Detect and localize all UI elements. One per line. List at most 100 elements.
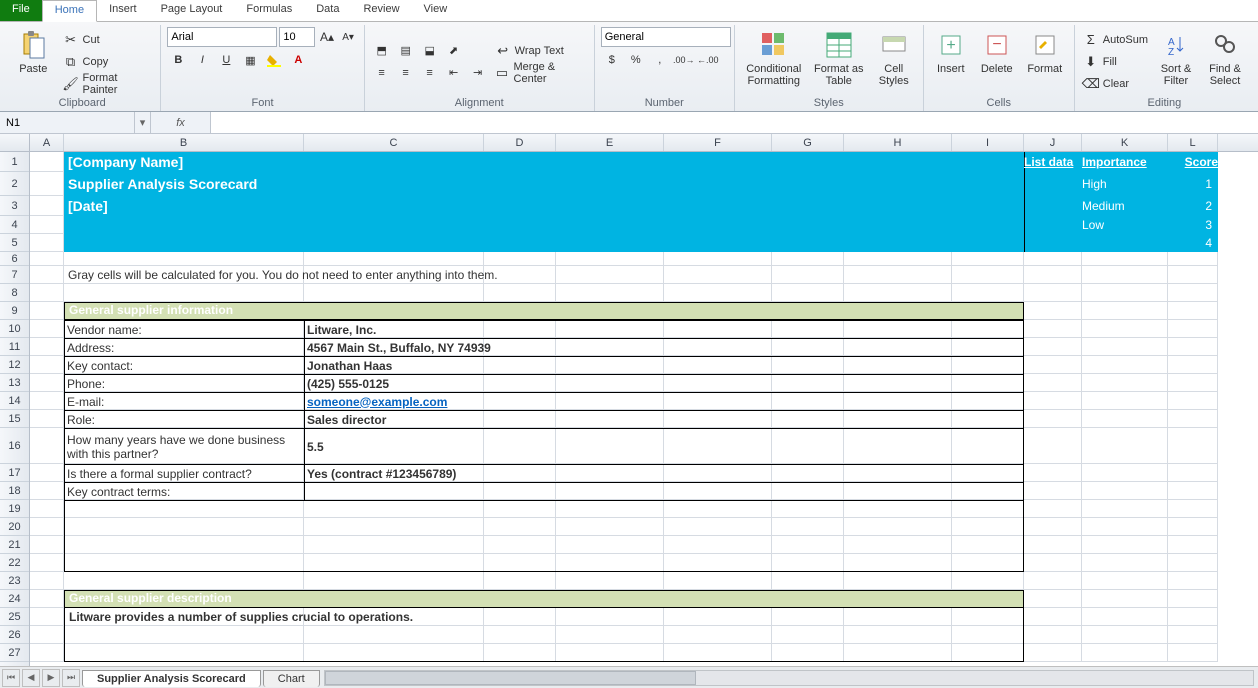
sheet-tab-scorecard[interactable]: Supplier Analysis Scorecard	[82, 670, 261, 687]
grow-font-button[interactable]: A▴	[317, 27, 336, 47]
comma-button[interactable]: ,	[649, 50, 671, 70]
info-value[interactable]	[305, 483, 1023, 500]
row-header-26[interactable]: 26	[0, 626, 29, 644]
number-format-combo[interactable]	[601, 27, 731, 47]
decrease-indent-button[interactable]: ⇤	[443, 63, 465, 83]
decrease-decimal-button[interactable]: ←.00	[697, 50, 719, 70]
align-center-button[interactable]: ≡	[395, 63, 417, 83]
cell-styles-button[interactable]: Cell Styles	[871, 27, 917, 96]
align-bottom-button[interactable]: ⬓	[419, 41, 441, 61]
font-size-combo[interactable]	[279, 27, 315, 47]
underline-button[interactable]: U	[215, 50, 237, 70]
supplier-desc-box[interactable]: Litware provides a number of supplies cr…	[64, 608, 1024, 662]
row-header-14[interactable]: 14	[0, 392, 29, 410]
col-header-J[interactable]: J	[1024, 134, 1082, 151]
col-header-H[interactable]: H	[844, 134, 952, 151]
merge-center-button[interactable]: ▭Merge & Center	[493, 63, 588, 83]
key-contract-terms-area[interactable]	[65, 501, 1023, 571]
font-color-button[interactable]: A	[287, 50, 309, 70]
tab-review[interactable]: Review	[351, 0, 411, 21]
bold-button[interactable]: B	[167, 50, 189, 70]
col-header-C[interactable]: C	[304, 134, 484, 151]
row-header-19[interactable]: 19	[0, 500, 29, 518]
row-header-22[interactable]: 22	[0, 554, 29, 572]
row-header-24[interactable]: 24	[0, 590, 29, 608]
col-header-G[interactable]: G	[772, 134, 844, 151]
row-header-9[interactable]: 9	[0, 302, 29, 320]
row-header-21[interactable]: 21	[0, 536, 29, 554]
email-link[interactable]: someone@example.com	[307, 395, 447, 409]
row-header-25[interactable]: 25	[0, 608, 29, 626]
name-box-input[interactable]	[0, 112, 134, 133]
tab-page-layout[interactable]: Page Layout	[149, 0, 235, 21]
select-all-corner[interactable]	[0, 134, 30, 151]
find-select-button[interactable]: Find & Select	[1202, 27, 1248, 96]
tab-nav-last[interactable]: ⏭	[62, 669, 80, 687]
info-value[interactable]: Sales director	[305, 411, 1023, 428]
align-top-button[interactable]: ⬒	[371, 41, 393, 61]
format-cells-button[interactable]: Format	[1022, 27, 1068, 96]
fill-color-button[interactable]	[263, 50, 285, 70]
row-header-18[interactable]: 18	[0, 482, 29, 500]
row-header-7[interactable]: 7	[0, 266, 29, 284]
row-header-23[interactable]: 23	[0, 572, 29, 590]
tab-formulas[interactable]: Formulas	[234, 0, 304, 21]
tab-file[interactable]: File	[0, 0, 42, 21]
row-header-17[interactable]: 17	[0, 464, 29, 482]
info-value[interactable]: Litware, Inc.	[305, 321, 1023, 338]
tab-insert[interactable]: Insert	[97, 0, 149, 21]
row-header-10[interactable]: 10	[0, 320, 29, 338]
percent-button[interactable]: %	[625, 50, 647, 70]
cut-button[interactable]: ✂Cut	[61, 30, 155, 50]
orientation-button[interactable]: ⬈	[443, 41, 465, 61]
row-header-27[interactable]: 27	[0, 644, 29, 662]
increase-indent-button[interactable]: ⇥	[467, 63, 489, 83]
name-box-dropdown[interactable]: ▾	[135, 112, 151, 133]
row-header-6[interactable]: 6	[0, 252, 29, 266]
row-header-12[interactable]: 12	[0, 356, 29, 374]
align-middle-button[interactable]: ▤	[395, 41, 417, 61]
tab-home[interactable]: Home	[42, 0, 97, 22]
tab-nav-first[interactable]: ⏮	[2, 669, 20, 687]
horizontal-scrollbar[interactable]	[324, 670, 1254, 686]
row-header-8[interactable]: 8	[0, 284, 29, 302]
info-value[interactable]: 5.5	[305, 429, 1023, 464]
row-header-2[interactable]: 2	[0, 172, 29, 196]
info-value[interactable]: someone@example.com	[305, 393, 1023, 410]
name-box[interactable]	[0, 112, 135, 133]
border-button[interactable]: ▦	[239, 50, 261, 70]
currency-button[interactable]: $	[601, 50, 623, 70]
col-header-L[interactable]: L	[1168, 134, 1218, 151]
align-left-button[interactable]: ≡	[371, 63, 393, 83]
tab-data[interactable]: Data	[304, 0, 351, 21]
row-header-16[interactable]: 16	[0, 428, 29, 464]
align-right-button[interactable]: ≡	[419, 63, 441, 83]
tab-view[interactable]: View	[412, 0, 460, 21]
row-header-5[interactable]: 5	[0, 234, 29, 252]
row-header-20[interactable]: 20	[0, 518, 29, 536]
cell-grid[interactable]: [Company Name]Supplier Analysis Scorecar…	[30, 152, 1258, 666]
conditional-formatting-button[interactable]: Conditional Formatting	[741, 27, 807, 96]
fx-label[interactable]: fx	[151, 112, 211, 133]
row-header-13[interactable]: 13	[0, 374, 29, 392]
info-value[interactable]: (425) 555-0125	[305, 375, 1023, 392]
row-header-3[interactable]: 3	[0, 196, 29, 216]
col-header-D[interactable]: D	[484, 134, 556, 151]
info-value[interactable]: 4567 Main St., Buffalo, NY 74939	[305, 339, 1023, 356]
col-header-A[interactable]: A	[30, 134, 64, 151]
font-name-combo[interactable]	[167, 27, 277, 47]
shrink-font-button[interactable]: A▾	[339, 27, 358, 47]
fill-button[interactable]: ⬇Fill	[1081, 52, 1150, 72]
format-as-table-button[interactable]: Format as Table	[811, 27, 867, 96]
delete-cells-button[interactable]: −Delete	[976, 27, 1018, 96]
col-header-F[interactable]: F	[664, 134, 772, 151]
scrollbar-thumb[interactable]	[325, 671, 696, 685]
clear-button[interactable]: ⌫Clear	[1081, 74, 1150, 94]
tab-nav-prev[interactable]: ◀	[22, 669, 40, 687]
wrap-text-button[interactable]: ↩Wrap Text	[493, 41, 588, 61]
format-painter-button[interactable]: 🖌Format Painter	[61, 74, 155, 94]
info-value[interactable]: Yes (contract #123456789)	[305, 465, 1023, 482]
sort-filter-button[interactable]: AZSort & Filter	[1154, 27, 1198, 96]
insert-cells-button[interactable]: +Insert	[930, 27, 972, 96]
row-header-1[interactable]: 1	[0, 152, 29, 172]
